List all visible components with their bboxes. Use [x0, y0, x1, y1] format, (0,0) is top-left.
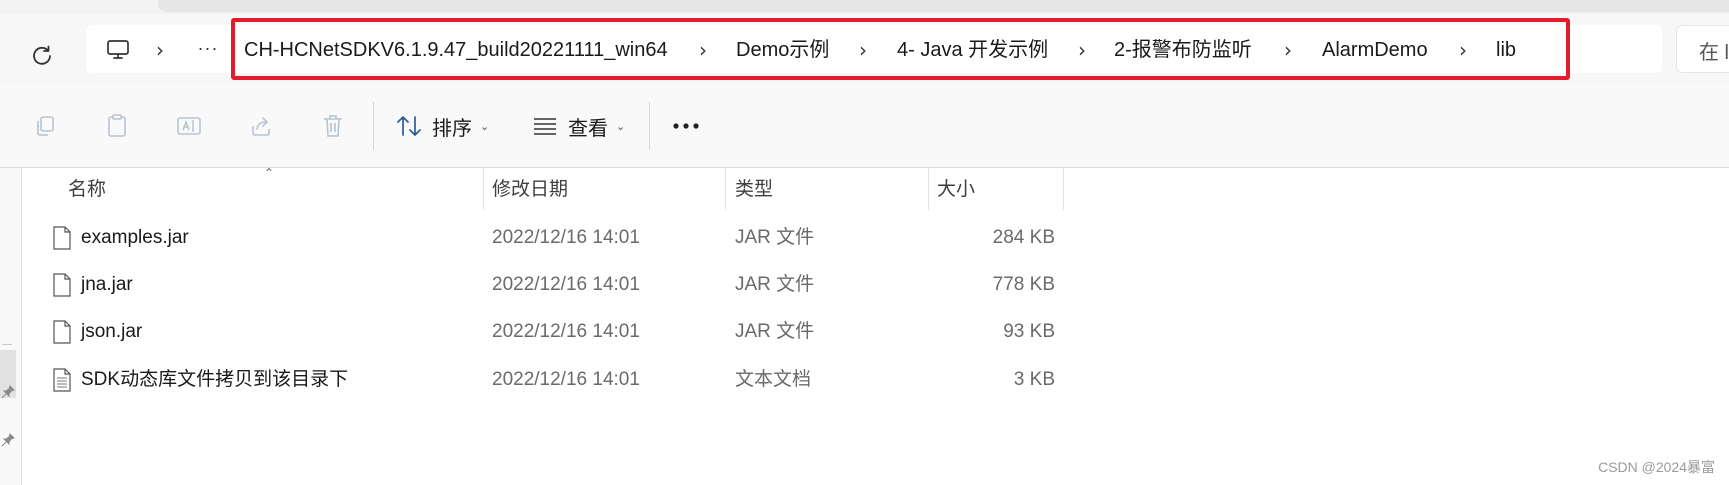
chevron-right-icon[interactable]: › [859, 36, 867, 64]
column-separator[interactable] [483, 168, 484, 210]
file-row[interactable]: jna.jar 2022/12/16 14:01 JAR 文件 778 KB [40, 263, 1080, 307]
tab-strip [0, 0, 1729, 14]
watermark: CSDN @2024暴富 [1598, 459, 1715, 475]
file-name: jna.jar [81, 274, 133, 295]
chevron-down-icon: ⌄ [616, 120, 626, 133]
view-list-icon [534, 118, 556, 135]
toolbar-separator [373, 102, 374, 150]
breadcrumb-item[interactable]: AlarmDemo [1322, 36, 1428, 64]
breadcrumb-item[interactable]: CH-HCNetSDKV6.1.9.47_build20221111_win64 [244, 36, 668, 64]
rename-icon[interactable] [174, 111, 204, 141]
chevron-right-icon[interactable]: › [1078, 36, 1086, 64]
more-options-button[interactable] [668, 108, 704, 144]
chevron-right-icon[interactable]: › [699, 36, 707, 64]
breadcrumb-item[interactable]: 2-报警布防监听 [1114, 36, 1252, 64]
file-name: examples.jar [81, 227, 189, 248]
sort-label: 排序 [432, 117, 472, 140]
column-header-size[interactable]: 大小 [937, 172, 975, 208]
tab-edge [158, 0, 1729, 12]
file-icon [53, 226, 71, 250]
sort-button[interactable]: 排序 ⌄ [396, 108, 489, 144]
file-size: 93 KB [1003, 321, 1055, 342]
file-date: 2022/12/16 14:01 [492, 321, 640, 342]
file-date: 2022/12/16 14:01 [492, 274, 640, 295]
file-icon [53, 273, 71, 297]
copy-icon[interactable] [30, 111, 60, 141]
breadcrumb-item[interactable]: 4- Java 开发示例 [897, 36, 1048, 64]
paste-icon[interactable] [102, 111, 132, 141]
file-size: 778 KB [992, 274, 1055, 295]
file-name: json.jar [81, 321, 143, 342]
column-separator[interactable] [928, 168, 929, 210]
chevron-right-icon[interactable]: › [1284, 36, 1292, 64]
sort-icon [397, 116, 421, 136]
delete-icon[interactable] [318, 111, 348, 141]
navigation-pane-edge[interactable] [0, 168, 22, 485]
file-type: JAR 文件 [735, 274, 815, 295]
file-row[interactable]: json.jar 2022/12/16 14:01 JAR 文件 93 KB [40, 310, 1080, 354]
share-icon[interactable] [246, 111, 276, 141]
column-separator[interactable] [1063, 168, 1064, 210]
file-size: 3 KB [1013, 369, 1055, 390]
text-file-icon [53, 368, 71, 392]
chevron-down-icon: ⌄ [480, 120, 490, 133]
column-header-date[interactable]: 修改日期 [492, 172, 568, 208]
chevron-right-icon[interactable]: › [1459, 36, 1467, 64]
rail-divider [2, 344, 12, 345]
file-row[interactable]: examples.jar 2022/12/16 14:01 JAR 文件 284… [40, 216, 1080, 260]
toolbar-separator [649, 102, 650, 150]
column-separator[interactable] [725, 168, 726, 210]
sort-ascending-icon: ⌃ [264, 166, 275, 180]
breadcrumb-overflow-button[interactable]: ··· [194, 36, 222, 64]
pin-icon[interactable] [1, 433, 15, 447]
file-row[interactable]: SDK动态库文件拷贝到该目录下 2022/12/16 14:01 文本文档 3 … [40, 358, 1080, 402]
file-name: SDK动态库文件拷贝到该目录下 [81, 369, 349, 390]
file-icon [53, 320, 71, 344]
refresh-icon [33, 45, 51, 65]
chevron-right-icon: › [156, 38, 164, 62]
view-label: 查看 [568, 117, 608, 140]
column-header-name[interactable]: 名称 [68, 172, 106, 208]
file-type: 文本文档 [735, 369, 812, 390]
file-date: 2022/12/16 14:01 [492, 227, 640, 248]
ellipsis-icon [673, 123, 699, 129]
file-type: JAR 文件 [735, 321, 815, 342]
pin-icon[interactable] [1, 385, 15, 399]
column-header-type[interactable]: 类型 [735, 172, 773, 208]
refresh-button[interactable] [22, 36, 62, 76]
breadcrumb-item[interactable]: Demo示例 [736, 36, 829, 64]
file-type: JAR 文件 [735, 227, 815, 248]
file-date: 2022/12/16 14:01 [492, 369, 640, 390]
address-row: › ··· CH-HCNetSDKV6.1.9.47_build20221111… [0, 14, 1729, 84]
computer-icon[interactable] [104, 36, 132, 64]
breadcrumb-item-current[interactable]: lib [1496, 36, 1516, 64]
file-size: 284 KB [992, 227, 1055, 248]
search-input[interactable]: 在 l [1676, 25, 1729, 73]
command-bar: 排序 ⌄ 查看 ⌄ [0, 84, 1729, 168]
view-button[interactable]: 查看 ⌄ [532, 108, 625, 144]
search-placeholder: 在 l [1699, 42, 1729, 64]
